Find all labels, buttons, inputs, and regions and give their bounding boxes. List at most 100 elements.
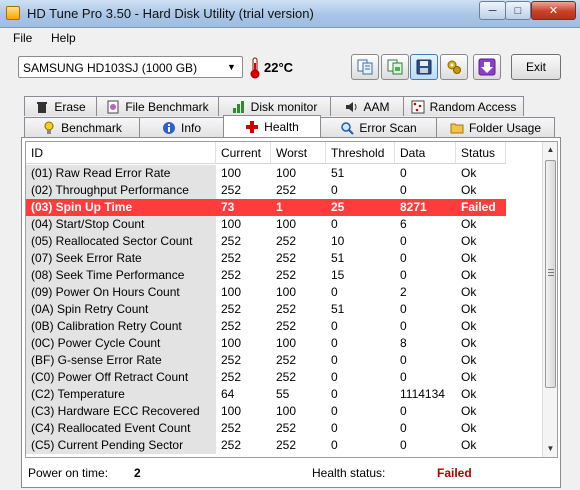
download-button[interactable] xyxy=(473,54,501,80)
cell-id: (03) Spin Up Time xyxy=(26,199,216,216)
cell-id: (01) Raw Read Error Rate xyxy=(26,165,216,182)
tab-benchmark[interactable]: Benchmark xyxy=(24,117,140,137)
cell-data: 2 xyxy=(400,285,407,299)
cell-threshold: 0 xyxy=(331,285,338,299)
menu-help[interactable]: Help xyxy=(51,31,76,45)
copy-text-button[interactable] xyxy=(351,54,379,80)
cell-id: (0B) Calibration Retry Count xyxy=(26,318,216,335)
table-row[interactable]: (0C) Power Cycle Count 100 100 0 8 Ok xyxy=(26,335,544,352)
tab-error-scan[interactable]: Error Scan xyxy=(320,117,437,137)
scroll-down-icon[interactable]: ▼ xyxy=(543,441,557,456)
cell-status: Ok xyxy=(461,217,477,231)
tab-disk-monitor[interactable]: Disk monitor xyxy=(218,96,331,116)
minimize-button[interactable]: ─ xyxy=(479,1,506,20)
vertical-scrollbar[interactable]: ▲ ▼ xyxy=(542,142,557,457)
table-row[interactable]: (07) Seek Error Rate 252 252 51 0 Ok xyxy=(26,250,544,267)
save-button[interactable] xyxy=(410,54,438,80)
table-row[interactable]: (BF) G-sense Error Rate 252 252 0 0 Ok xyxy=(26,352,544,369)
table-row[interactable]: (C3) Hardware ECC Recovered 100 100 0 0 Ok xyxy=(26,403,544,420)
table-row[interactable]: (C2) Temperature 64 55 0 1114134 Ok xyxy=(26,386,544,403)
cell-id: (C2) Temperature xyxy=(26,386,216,403)
cell-current: 252 xyxy=(221,319,242,333)
drive-select[interactable]: SAMSUNG HD103SJ (1000 GB) ▼ xyxy=(18,56,243,78)
cell-current: 252 xyxy=(221,370,242,384)
tab-info[interactable]: Info xyxy=(139,117,224,137)
table-row[interactable]: (08) Seek Time Performance 252 252 15 0 Ok xyxy=(26,267,544,284)
cell-status: Ok xyxy=(461,183,477,197)
tab-file-benchmark-label: File Benchmark xyxy=(125,99,209,114)
options-tools-icon xyxy=(447,60,461,74)
cell-status: Ok xyxy=(461,268,477,282)
cell-worst: 100 xyxy=(276,285,297,299)
tab-health[interactable]: Health xyxy=(223,115,321,137)
column-header-threshold[interactable]: Threshold xyxy=(326,142,395,164)
table-row[interactable]: (02) Throughput Performance 252 252 0 0 Ok xyxy=(26,182,544,199)
cell-current: 100 xyxy=(221,336,242,350)
speaker-icon xyxy=(346,101,357,112)
cell-id: (C3) Hardware ECC Recovered xyxy=(26,403,216,420)
table-row[interactable]: (0A) Spin Retry Count 252 252 51 0 Ok xyxy=(26,301,544,318)
column-header-worst[interactable]: Worst xyxy=(271,142,326,164)
column-header-data[interactable]: Data xyxy=(395,142,456,164)
cell-worst: 252 xyxy=(276,319,297,333)
cell-worst: 252 xyxy=(276,183,297,197)
menu-file[interactable]: File xyxy=(13,31,32,45)
cell-data: 0 xyxy=(400,404,407,418)
scroll-up-icon[interactable]: ▲ xyxy=(543,142,557,157)
cell-status: Ok xyxy=(461,370,477,384)
column-header-current[interactable]: Current xyxy=(216,142,271,164)
table-row[interactable]: (03) Spin Up Time 73 1 25 8271 Failed xyxy=(26,199,544,216)
temperature-readout: 22°C xyxy=(264,60,294,75)
tab-file-benchmark[interactable]: File Benchmark xyxy=(96,96,219,116)
smart-attributes-table[interactable]: ID Current Worst Threshold Data Status (… xyxy=(25,141,558,458)
cell-current: 252 xyxy=(221,268,242,282)
power-on-value: 2 xyxy=(134,466,141,480)
cell-status: Failed xyxy=(456,199,506,216)
cell-threshold: 0 xyxy=(331,387,338,401)
tab-aam[interactable]: AAM xyxy=(330,96,404,116)
cell-threshold: 0 xyxy=(331,336,338,350)
cell-threshold: 0 xyxy=(331,370,338,384)
tab-erase[interactable]: Erase xyxy=(24,96,97,116)
tab-folder-usage[interactable]: Folder Usage xyxy=(436,117,555,137)
scrollbar-thumb[interactable] xyxy=(545,160,556,388)
cell-threshold: 0 xyxy=(331,217,338,231)
cell-current: 252 xyxy=(221,251,242,265)
cell-status: Ok xyxy=(461,336,477,350)
cell-threshold: 51 xyxy=(331,302,345,316)
options-button[interactable] xyxy=(440,54,468,80)
random-access-icon xyxy=(411,100,425,113)
cell-worst: 100 xyxy=(276,404,297,418)
table-row[interactable]: (C5) Current Pending Sector 252 252 0 0 Ok xyxy=(26,437,544,454)
table-row[interactable]: (05) Reallocated Sector Count 252 252 10 0 Ok xyxy=(26,233,544,250)
app-icon xyxy=(6,6,20,20)
cell-current: 64 xyxy=(221,387,235,401)
cell-id: (C0) Power Off Retract Count xyxy=(26,369,216,386)
table-row[interactable]: (C0) Power Off Retract Count 252 252 0 0 Ok xyxy=(26,369,544,386)
exit-button[interactable]: Exit xyxy=(511,54,561,80)
close-button[interactable]: ✕ xyxy=(531,1,576,20)
table-row[interactable]: (01) Raw Read Error Rate 100 100 51 0 Ok xyxy=(26,165,544,182)
cell-data: 1114134 xyxy=(400,387,445,401)
tab-random-access[interactable]: Random Access xyxy=(403,96,524,116)
cell-threshold: 0 xyxy=(331,183,338,197)
tab-benchmark-label: Benchmark xyxy=(61,120,122,135)
table-row[interactable]: (C4) Reallocated Event Count 252 252 0 0 Ok xyxy=(26,420,544,437)
cell-status: Ok xyxy=(461,285,477,299)
cell-id: (05) Reallocated Sector Count xyxy=(26,233,216,250)
cell-data: 0 xyxy=(400,268,407,282)
folder-icon xyxy=(450,123,464,133)
column-header-status[interactable]: Status xyxy=(456,142,506,164)
maximize-button[interactable]: □ xyxy=(505,1,531,20)
cell-worst: 252 xyxy=(276,370,297,384)
column-header-id[interactable]: ID xyxy=(26,142,216,164)
minimize-icon: ─ xyxy=(488,4,497,17)
cell-status: Ok xyxy=(461,438,477,452)
cell-status: Ok xyxy=(461,234,477,248)
cell-data: 0 xyxy=(400,421,407,435)
copy-screenshot-button[interactable] xyxy=(381,54,409,80)
table-row[interactable]: (0B) Calibration Retry Count 252 252 0 0 Ok xyxy=(26,318,544,335)
table-row[interactable]: (09) Power On Hours Count 100 100 0 2 Ok xyxy=(26,284,544,301)
table-row[interactable]: (04) Start/Stop Count 100 100 0 6 Ok xyxy=(26,216,544,233)
cell-threshold: 15 xyxy=(331,268,345,282)
